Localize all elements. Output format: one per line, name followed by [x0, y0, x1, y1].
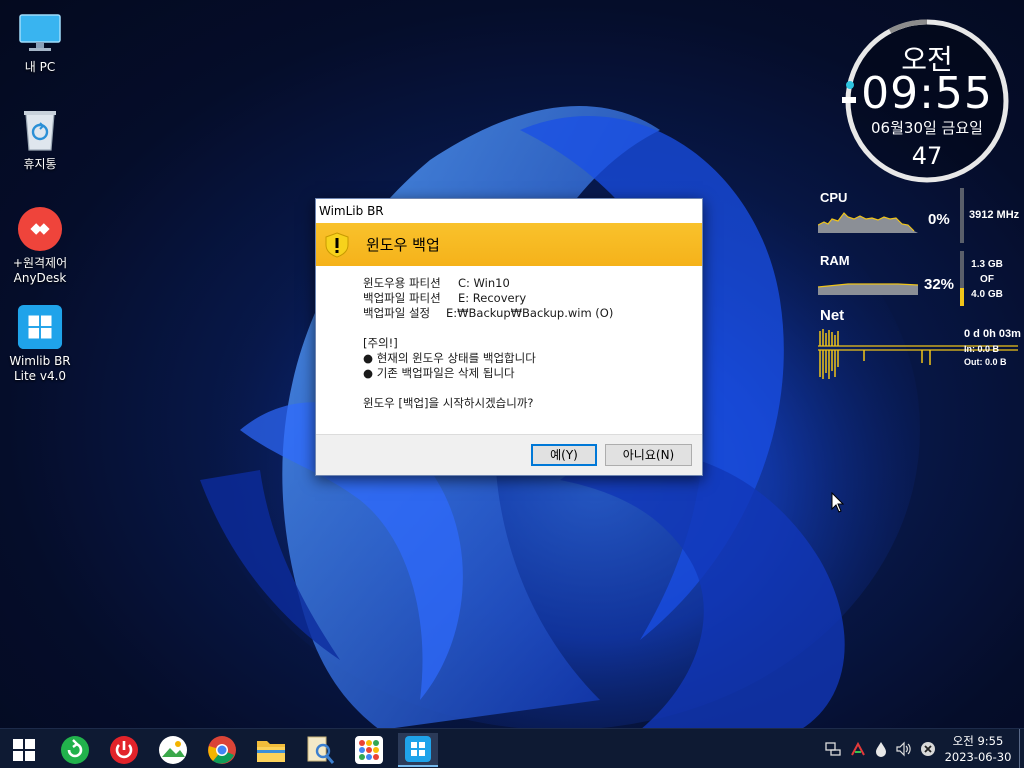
backup-dialog: WimLib BR 윈도우 백업 윈도우용 파티션 C: Win10 백업파일 …: [315, 198, 703, 476]
dialog-heading: 윈도우 백업: [366, 236, 440, 254]
cpu-label: CPU: [820, 190, 848, 205]
monitor-icon: [17, 10, 63, 56]
clock-widget: 오전 09:55 06월30일 금요일 47: [842, 16, 1012, 186]
info-row-backup-partition: 백업파일 파티션 E: Recovery: [363, 291, 702, 306]
dialog-button-bar: 예(Y) 아니요(N): [316, 434, 702, 475]
info-row-windows-partition: 윈도우용 파티션 C: Win10: [363, 276, 702, 291]
desktop-icon-anydesk[interactable]: +원격제어 AnyDesk: [0, 206, 80, 286]
close-circle-icon[interactable]: [919, 740, 937, 758]
app-grid-icon[interactable]: [349, 733, 389, 767]
warning-shield-icon: [325, 231, 349, 258]
dialog-window-title: WimLib BR: [319, 204, 384, 218]
desktop-icon-recycle-bin[interactable]: 휴지통: [0, 107, 80, 172]
info-row-backup-file: 백업파일 설정 E:₩Backup₩Backup.wim (O): [363, 306, 702, 321]
cpu-percent: 0%: [928, 211, 950, 228]
desktop-icon-label-line1: Wimlib BR: [9, 354, 71, 368]
no-button[interactable]: 아니요(N): [605, 444, 692, 466]
dialog-title-bar[interactable]: WimLib BR: [316, 199, 702, 223]
info-value: E: Recovery: [458, 291, 527, 305]
anydesk-icon: [17, 206, 63, 252]
wimlib-br-icon[interactable]: [398, 733, 438, 767]
yes-button[interactable]: 예(Y): [531, 444, 597, 466]
desktop-icon-label-line2: AnyDesk: [13, 271, 67, 285]
power-icon[interactable]: [104, 733, 144, 767]
chrome-icon[interactable]: [202, 733, 242, 767]
cpu-level-bar: [960, 188, 964, 243]
taskbar-clock-time: 오전 9:55: [952, 734, 1004, 748]
dialog-body: 윈도우용 파티션 C: Win10 백업파일 파티션 E: Recovery 백…: [316, 266, 702, 411]
cpu-graph: [818, 212, 918, 233]
start-windows-icon[interactable]: [4, 733, 44, 767]
cpu-frequency: 3912 MHz: [969, 209, 1020, 221]
taskbar-clock[interactable]: 오전 9:55 2023-06-30: [940, 733, 1016, 765]
desktop-icon-my-pc[interactable]: 내 PC: [0, 10, 80, 75]
windows-logo-icon: [17, 304, 63, 350]
desktop-icon-wimlib-br[interactable]: Wimlib BR Lite v4.0: [0, 304, 80, 384]
photos-icon[interactable]: [153, 733, 193, 767]
info-key: 백업파일 파티션: [363, 291, 441, 305]
dialog-question: 윈도우 [백업]을 시작하시겠습니까?: [363, 396, 534, 410]
search-document-icon[interactable]: [300, 733, 340, 767]
taskbar: 오전 9:55 2023-06-30: [0, 728, 1024, 768]
info-value: E:₩Backup₩Backup.wim (O): [446, 306, 614, 320]
drop-icon[interactable]: [872, 740, 890, 758]
desktop-icon-label-line2: Lite v4.0: [13, 369, 67, 383]
file-explorer-icon[interactable]: [251, 733, 291, 767]
ram-graph: [818, 283, 918, 295]
show-desktop-button[interactable]: [1019, 729, 1020, 768]
net-label: Net: [820, 307, 845, 324]
tools-icon[interactable]: [849, 740, 867, 758]
clock-seconds: 47: [911, 142, 943, 170]
ram-label: RAM: [820, 253, 850, 268]
clock-time: 09:55: [861, 68, 993, 119]
notice-title: [주의!]: [363, 336, 398, 350]
info-value: C: Win10: [458, 276, 510, 290]
info-key: 윈도우용 파티션: [363, 276, 441, 290]
clock-date: 06월30일 금요일: [871, 119, 983, 137]
desktop-icon-label: 내 PC: [24, 60, 56, 74]
net-uptime: 0 d 0h 03m: [964, 328, 1021, 340]
desktop-icon-label: 휴지통: [23, 157, 57, 171]
mouse-cursor-icon: [831, 492, 845, 513]
ram-of: OF: [980, 274, 994, 285]
network-icon[interactable]: [824, 740, 842, 758]
notice-item: ● 기존 백업파일은 삭제 됩니다: [363, 366, 515, 380]
recycle-bin-icon: [17, 107, 63, 153]
dialog-banner: 윈도우 백업: [316, 223, 702, 266]
info-key: 백업파일 설정: [363, 306, 431, 320]
net-in: In: 0.0 B: [964, 344, 1000, 354]
taskbar-clock-date: 2023-06-30: [944, 750, 1012, 764]
ram-level-bar: [960, 251, 964, 306]
net-out: Out: 0.0 B: [964, 357, 1007, 367]
notice-item: ● 현재의 윈도우 상태를 백업합니다: [363, 351, 536, 365]
refresh-icon[interactable]: [55, 733, 95, 767]
volume-icon[interactable]: [895, 740, 913, 758]
ram-percent: 32%: [924, 276, 955, 293]
ram-total: 4.0 GB: [971, 289, 1003, 300]
desktop-icon-label-line1: +원격제어: [12, 256, 68, 270]
ram-used: 1.3 GB: [971, 259, 1003, 270]
